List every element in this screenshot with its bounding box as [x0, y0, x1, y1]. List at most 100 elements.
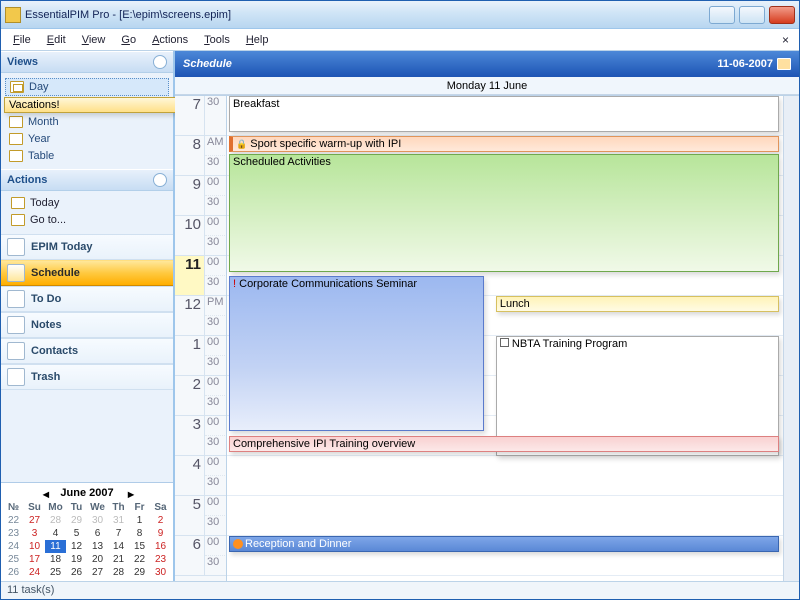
event-warmup[interactable]: 🔒 Sport specific warm-up with IPI — [229, 136, 779, 152]
schedule-date: 11-06-2007 — [717, 58, 773, 70]
event-breakfast[interactable]: Breakfast — [229, 96, 779, 132]
minical-day[interactable]: 21 — [108, 553, 129, 566]
prev-month-button[interactable]: ◄ — [40, 489, 48, 497]
event-reception[interactable]: Reception and Dinner — [229, 536, 779, 552]
minical-day[interactable]: 29 — [129, 566, 150, 579]
minical-day[interactable]: 25 — [3, 553, 24, 566]
minical-day[interactable]: 23 — [3, 527, 24, 540]
schedule-header: Schedule 11-06-2007 — [175, 51, 799, 77]
minical-day[interactable]: 24 — [24, 566, 45, 579]
minical-day[interactable]: 6 — [87, 527, 108, 540]
minical-day[interactable]: 16 — [150, 540, 171, 553]
app-icon — [5, 7, 21, 23]
minical-day[interactable]: 14 — [108, 540, 129, 553]
minical-day[interactable]: 19 — [66, 553, 87, 566]
menu-file[interactable]: File — [5, 32, 39, 48]
minical-day[interactable]: 11 — [45, 540, 66, 553]
minical-day[interactable]: 5 — [66, 527, 87, 540]
minical-day[interactable]: 27 — [87, 566, 108, 579]
minical-day[interactable]: 20 — [87, 553, 108, 566]
minimize-button[interactable] — [709, 6, 735, 24]
priority-icon: ! — [233, 278, 236, 290]
minical-day[interactable]: 30 — [87, 514, 108, 527]
window-title: EssentialPIM Pro - [E:\epim\screens.epim… — [25, 9, 709, 21]
minical-day[interactable]: 17 — [24, 553, 45, 566]
event-overview[interactable]: Comprehensive IPI Training overview — [229, 436, 779, 452]
minical-day[interactable]: 30 — [150, 566, 171, 579]
titlebar[interactable]: EssentialPIM Pro - [E:\epim\screens.epim… — [1, 1, 799, 29]
action-goto[interactable]: Go to... — [7, 212, 167, 228]
scrollbar[interactable] — [783, 96, 799, 581]
day-grid: 7308AM309003010003011003012PM30100302003… — [175, 96, 799, 581]
chevron-up-icon — [153, 173, 167, 187]
minical-day[interactable]: 3 — [24, 527, 45, 540]
nav-todo[interactable]: To Do — [1, 286, 173, 312]
minical-grid[interactable]: №SuMoTuWeThFrSa2227282930311223345678924… — [3, 501, 171, 579]
minical-day[interactable]: 22 — [3, 514, 24, 527]
calendar-icon[interactable] — [777, 58, 791, 70]
todo-icon — [7, 290, 25, 308]
minical-day[interactable]: 12 — [66, 540, 87, 553]
nav-trash[interactable]: Trash — [1, 364, 173, 390]
statusbar: 11 task(s) — [1, 581, 799, 599]
minical-day[interactable]: 27 — [24, 514, 45, 527]
minical-day[interactable]: 29 — [66, 514, 87, 527]
chevron-up-icon — [153, 55, 167, 69]
nav-epim-today[interactable]: EPIM Today — [1, 234, 173, 260]
event-seminar[interactable]: ! Corporate Communications Seminar — [229, 276, 484, 431]
contacts-icon — [7, 342, 25, 360]
maximize-button[interactable] — [739, 6, 765, 24]
action-today[interactable]: Today — [7, 195, 167, 211]
minical-day[interactable]: 24 — [3, 540, 24, 553]
minical-day[interactable]: 13 — [87, 540, 108, 553]
menu-go[interactable]: Go — [113, 32, 144, 48]
minical-day[interactable]: 25 — [45, 566, 66, 579]
minical-day[interactable]: 23 — [150, 553, 171, 566]
actions-panel-header[interactable]: Actions — [1, 169, 173, 191]
minical-day[interactable]: 9 — [150, 527, 171, 540]
minical-day[interactable]: 31 — [108, 514, 129, 527]
view-table[interactable]: Table — [5, 148, 169, 164]
doc-close-button[interactable]: × — [776, 33, 795, 47]
menu-help[interactable]: Help — [238, 32, 277, 48]
minical-day[interactable]: 7 — [108, 527, 129, 540]
app-window: EssentialPIM Pro - [E:\epim\screens.epim… — [0, 0, 800, 600]
flag-icon — [233, 539, 243, 549]
nav-panel: EPIM Today Schedule To Do Notes Contacts… — [1, 232, 173, 392]
event-activities[interactable]: Scheduled Activities — [229, 154, 779, 272]
menu-tools[interactable]: Tools — [196, 32, 238, 48]
nav-schedule[interactable]: Schedule — [1, 260, 173, 286]
view-month[interactable]: Month — [5, 114, 169, 130]
event-cells[interactable]: Breakfast 🔒 Sport specific warm-up with … — [227, 96, 799, 581]
views-panel-header[interactable]: Views — [1, 51, 173, 73]
year-icon — [9, 133, 23, 145]
time-gutter: 7308AM309003010003011003012PM30100302003… — [175, 96, 227, 581]
minical-day[interactable]: 4 — [45, 527, 66, 540]
next-month-button[interactable]: ► — [126, 489, 134, 497]
close-button[interactable] — [769, 6, 795, 24]
minical-day[interactable]: 18 — [45, 553, 66, 566]
minical-day[interactable]: 15 — [129, 540, 150, 553]
nav-notes[interactable]: Notes — [1, 312, 173, 338]
trash-icon — [7, 368, 25, 386]
goto-icon — [11, 214, 25, 226]
minical-day[interactable]: 26 — [66, 566, 87, 579]
minical-day[interactable]: 8 — [129, 527, 150, 540]
minical-day[interactable]: 1 — [129, 514, 150, 527]
minical-day[interactable]: 28 — [108, 566, 129, 579]
nav-contacts[interactable]: Contacts — [1, 338, 173, 364]
actions-list: Today Go to... — [1, 191, 173, 232]
minical-day[interactable]: 10 — [24, 540, 45, 553]
menu-edit[interactable]: Edit — [39, 32, 74, 48]
event-lunch[interactable]: Lunch — [496, 296, 779, 312]
view-year[interactable]: Year — [5, 131, 169, 147]
minical-day[interactable]: 26 — [3, 566, 24, 579]
minical-day[interactable]: 28 — [45, 514, 66, 527]
month-icon — [9, 116, 23, 128]
menu-actions[interactable]: Actions — [144, 32, 196, 48]
checkbox-icon[interactable] — [500, 338, 509, 347]
minical-day[interactable]: 22 — [129, 553, 150, 566]
minical-day[interactable]: 2 — [150, 514, 171, 527]
view-day[interactable]: Day — [5, 78, 169, 96]
menu-view[interactable]: View — [74, 32, 114, 48]
